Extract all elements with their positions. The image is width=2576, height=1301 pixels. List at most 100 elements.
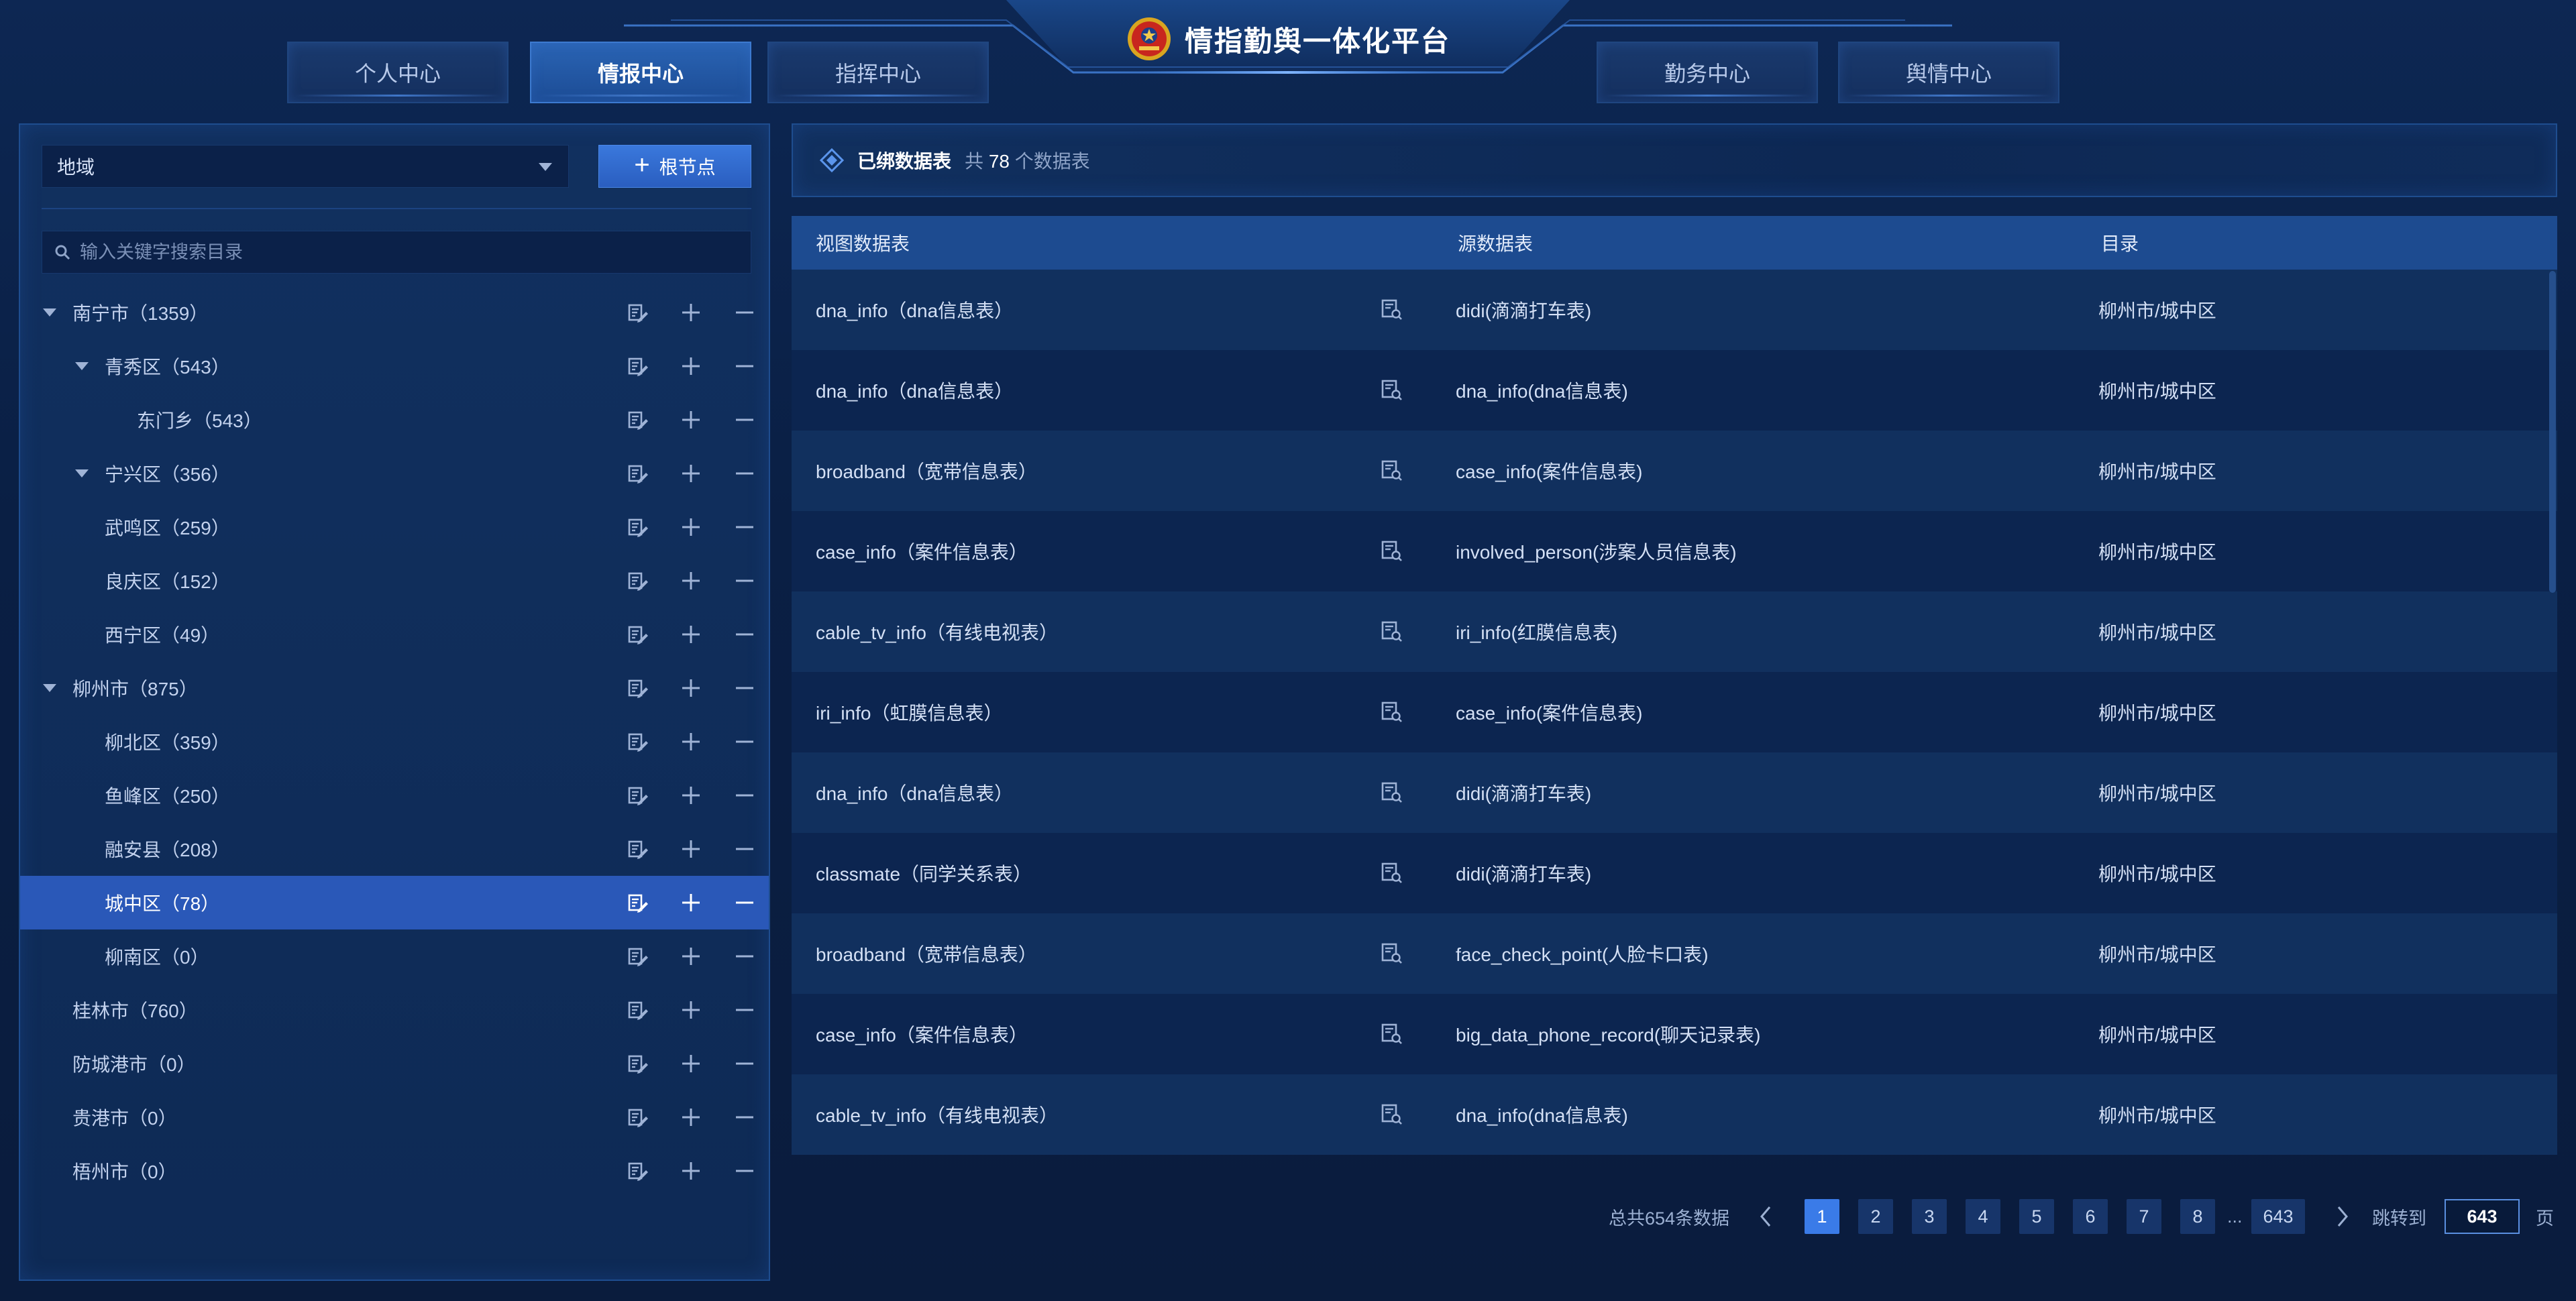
next-page-arrow-icon[interactable] (2333, 1203, 2351, 1230)
directory-search-input[interactable] (80, 241, 737, 263)
page-button[interactable]: 5 (2019, 1199, 2054, 1234)
page-button[interactable]: 1 (1805, 1199, 1839, 1234)
table-row[interactable]: cable_tv_info（有线电视表） iri_info(红膜信息表) 柳州市… (792, 591, 2557, 672)
tree-node[interactable]: 融安县（208） (20, 822, 769, 876)
delete-node-icon[interactable] (718, 554, 771, 608)
tree-node[interactable]: 柳州市（875） (20, 661, 769, 715)
add-root-node-button[interactable]: + 根节点 (598, 145, 751, 188)
edit-node-icon[interactable] (610, 661, 664, 715)
view-table-detail-icon[interactable] (1380, 539, 1403, 567)
tree-node[interactable]: 宁兴区（356） (20, 447, 769, 500)
tree-node[interactable]: 南宁市（1359） (20, 286, 769, 339)
delete-node-icon[interactable] (718, 715, 771, 769)
view-table-detail-icon[interactable] (1380, 700, 1403, 728)
table-row[interactable]: dna_info（dna信息表） didi(滴滴打车表) 柳州市/城中区 (792, 270, 2557, 350)
table-row[interactable]: case_info（案件信息表） involved_person(涉案人员信息表… (792, 511, 2557, 591)
edit-node-icon[interactable] (610, 983, 664, 1037)
page-button[interactable]: 6 (2073, 1199, 2108, 1234)
edit-node-icon[interactable] (610, 393, 664, 447)
view-table-detail-icon[interactable] (1380, 620, 1403, 647)
view-table-detail-icon[interactable] (1380, 1022, 1403, 1050)
add-child-node-icon[interactable] (664, 822, 718, 876)
view-table-detail-icon[interactable] (1380, 781, 1403, 808)
edit-node-icon[interactable] (610, 500, 664, 554)
delete-node-icon[interactable] (718, 286, 771, 339)
add-child-node-icon[interactable] (664, 929, 718, 983)
delete-node-icon[interactable] (718, 447, 771, 500)
add-child-node-icon[interactable] (664, 608, 718, 661)
table-row[interactable]: classmate（同学关系表） didi(滴滴打车表) 柳州市/城中区 (792, 833, 2557, 913)
edit-node-icon[interactable] (610, 822, 664, 876)
nav-tab-personal-center[interactable]: 个人中心 (287, 42, 508, 103)
table-row[interactable]: dna_info（dna信息表） dna_info(dna信息表) 柳州市/城中… (792, 350, 2557, 431)
region-select-dropdown[interactable]: 地域 (42, 145, 569, 188)
add-child-node-icon[interactable] (664, 1144, 718, 1198)
view-table-detail-icon[interactable] (1380, 942, 1403, 969)
add-child-node-icon[interactable] (664, 876, 718, 929)
edit-node-icon[interactable] (610, 715, 664, 769)
edit-node-icon[interactable] (610, 769, 664, 822)
tree-node[interactable]: 贵港市（0） (20, 1090, 769, 1144)
table-row[interactable]: case_info（案件信息表） big_data_phone_record(聊… (792, 994, 2557, 1074)
page-button[interactable]: 7 (2127, 1199, 2161, 1234)
delete-node-icon[interactable] (718, 822, 771, 876)
tree-node[interactable]: 武鸣区（259） (20, 500, 769, 554)
prev-page-arrow-icon[interactable] (1758, 1203, 1775, 1230)
tree-node[interactable]: 柳北区（359） (20, 715, 769, 769)
nav-tab-duty-center[interactable]: 勤务中心 (1597, 42, 1818, 103)
tree-node[interactable]: 良庆区（152） (20, 554, 769, 608)
tree-node[interactable]: 青秀区（543） (20, 339, 769, 393)
page-button[interactable]: 8 (2180, 1199, 2215, 1234)
jump-to-page-input[interactable] (2445, 1199, 2520, 1234)
delete-node-icon[interactable] (718, 876, 771, 929)
nav-tab-public-opinion-center[interactable]: 舆情中心 (1838, 42, 2059, 103)
delete-node-icon[interactable] (718, 339, 771, 393)
caret-down-icon[interactable] (43, 684, 56, 692)
delete-node-icon[interactable] (718, 608, 771, 661)
view-table-detail-icon[interactable] (1380, 378, 1403, 406)
table-row[interactable]: broadband（宽带信息表） face_check_point(人脸卡口表)… (792, 913, 2557, 994)
tree-node[interactable]: 东门乡（543） (20, 393, 769, 447)
tree-node[interactable]: 鱼峰区（250） (20, 769, 769, 822)
view-table-detail-icon[interactable] (1380, 861, 1403, 889)
add-child-node-icon[interactable] (664, 447, 718, 500)
add-child-node-icon[interactable] (664, 393, 718, 447)
add-child-node-icon[interactable] (664, 554, 718, 608)
directory-search-box[interactable] (42, 231, 751, 274)
edit-node-icon[interactable] (610, 554, 664, 608)
add-child-node-icon[interactable] (664, 715, 718, 769)
add-child-node-icon[interactable] (664, 339, 718, 393)
delete-node-icon[interactable] (718, 661, 771, 715)
delete-node-icon[interactable] (718, 1090, 771, 1144)
tree-node[interactable]: 城中区（78） (20, 876, 769, 929)
tree-node[interactable]: 梧州市（0） (20, 1144, 769, 1198)
edit-node-icon[interactable] (610, 1037, 664, 1090)
add-child-node-icon[interactable] (664, 983, 718, 1037)
delete-node-icon[interactable] (718, 929, 771, 983)
edit-node-icon[interactable] (610, 1090, 664, 1144)
tree-node[interactable]: 西宁区（49） (20, 608, 769, 661)
add-child-node-icon[interactable] (664, 500, 718, 554)
delete-node-icon[interactable] (718, 500, 771, 554)
edit-node-icon[interactable] (610, 876, 664, 929)
edit-node-icon[interactable] (610, 339, 664, 393)
add-child-node-icon[interactable] (664, 1037, 718, 1090)
view-table-detail-icon[interactable] (1380, 1102, 1403, 1130)
delete-node-icon[interactable] (718, 983, 771, 1037)
delete-node-icon[interactable] (718, 769, 771, 822)
caret-down-icon[interactable] (75, 362, 89, 370)
edit-node-icon[interactable] (610, 608, 664, 661)
table-scrollbar-thumb[interactable] (2549, 271, 2556, 593)
tree-node[interactable]: 柳南区（0） (20, 929, 769, 983)
nav-tab-intelligence-center[interactable]: 情报中心 (530, 42, 751, 103)
edit-node-icon[interactable] (610, 1144, 664, 1198)
page-button[interactable]: 2 (1858, 1199, 1893, 1234)
view-table-detail-icon[interactable] (1380, 298, 1403, 325)
page-button[interactable]: 3 (1912, 1199, 1947, 1234)
edit-node-icon[interactable] (610, 447, 664, 500)
delete-node-icon[interactable] (718, 393, 771, 447)
delete-node-icon[interactable] (718, 1037, 771, 1090)
table-row[interactable]: broadband（宽带信息表） case_info(案件信息表) 柳州市/城中… (792, 431, 2557, 511)
add-child-node-icon[interactable] (664, 1090, 718, 1144)
caret-down-icon[interactable] (43, 308, 56, 317)
